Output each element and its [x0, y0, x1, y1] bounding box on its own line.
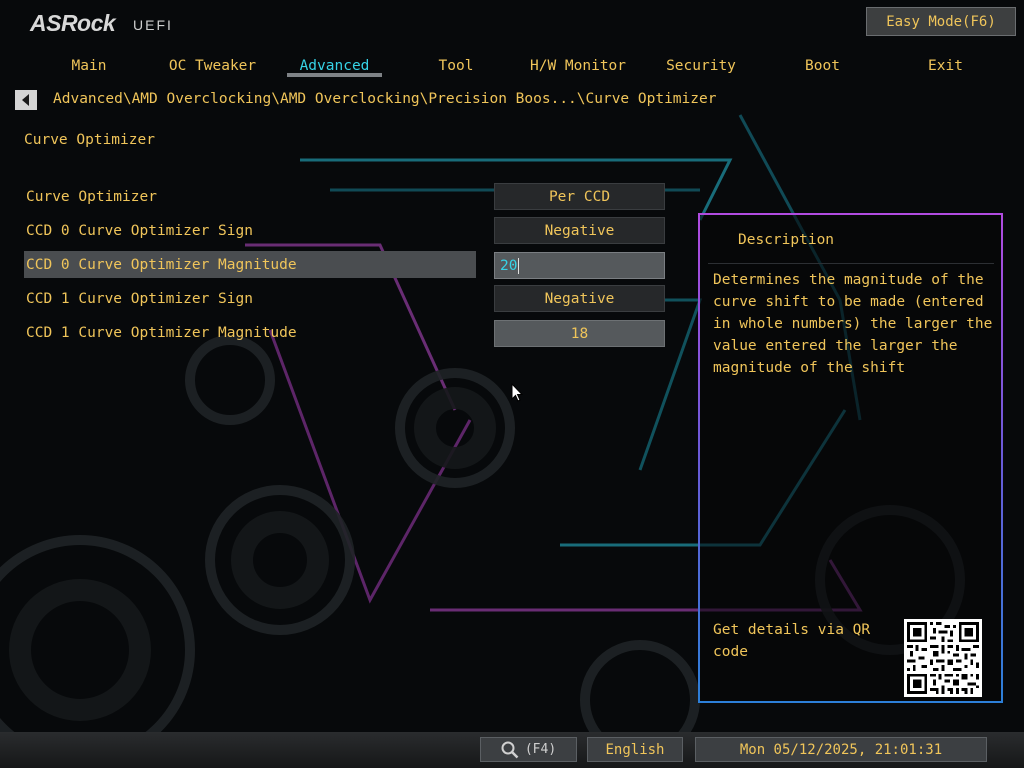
breadcrumb: Advanced\AMD Overclocking\AMD Overclocki… — [53, 91, 717, 107]
tab-hw-monitor[interactable]: H/W Monitor — [528, 53, 628, 78]
ccd1-sign-select[interactable]: Negative — [494, 285, 665, 312]
tab-tool[interactable]: Tool — [425, 53, 487, 78]
active-tab-indicator — [287, 73, 382, 77]
easy-mode-button[interactable]: Easy Mode(F6) — [866, 7, 1016, 36]
curve-optimizer-select[interactable]: Per CCD — [494, 183, 665, 210]
setting-ccd0-sign-label[interactable]: CCD 0 Curve Optimizer Sign — [24, 217, 476, 244]
qr-hint-text: Get details via QR code — [713, 622, 871, 660]
language-button[interactable]: English — [587, 737, 683, 762]
search-shortcut-label: (F4) — [524, 742, 557, 757]
page-title: Curve Optimizer — [24, 132, 155, 148]
ccd0-magnitude-value: 20 — [500, 257, 518, 274]
search-button[interactable]: (F4) — [480, 737, 577, 762]
description-text: Determines the magnitude of the curve sh… — [713, 272, 993, 376]
description-title: Description — [738, 232, 835, 248]
tab-main[interactable]: Main — [58, 53, 120, 78]
tab-boot[interactable]: Boot — [795, 53, 850, 78]
setting-ccd0-magnitude-label[interactable]: CCD 0 Curve Optimizer Magnitude — [24, 251, 476, 278]
datetime-display: Mon 05/12/2025, 21:01:31 — [695, 737, 987, 762]
setting-ccd1-magnitude-label[interactable]: CCD 1 Curve Optimizer Magnitude — [24, 319, 476, 346]
mouse-cursor-icon — [511, 382, 524, 407]
setting-ccd1-sign-label[interactable]: CCD 1 Curve Optimizer Sign — [24, 285, 476, 312]
ccd0-magnitude-input[interactable]: 20 — [494, 252, 665, 279]
ccd0-sign-select[interactable]: Negative — [494, 217, 665, 244]
tab-security[interactable]: Security — [660, 53, 742, 78]
back-button[interactable] — [15, 90, 37, 110]
text-caret — [518, 257, 520, 274]
tab-oc-tweaker[interactable]: OC Tweaker — [165, 53, 260, 78]
setting-curve-optimizer-label[interactable]: Curve Optimizer — [24, 183, 476, 210]
uefi-label: UEFI — [133, 17, 173, 33]
ccd1-magnitude-input[interactable]: 18 — [494, 320, 665, 347]
search-icon — [501, 741, 519, 758]
description-divider — [708, 263, 994, 264]
asrock-logo: ASRock — [30, 10, 116, 36]
qr-code-icon — [904, 619, 982, 697]
tab-exit[interactable]: Exit — [918, 53, 973, 78]
back-arrow-icon — [22, 94, 29, 106]
